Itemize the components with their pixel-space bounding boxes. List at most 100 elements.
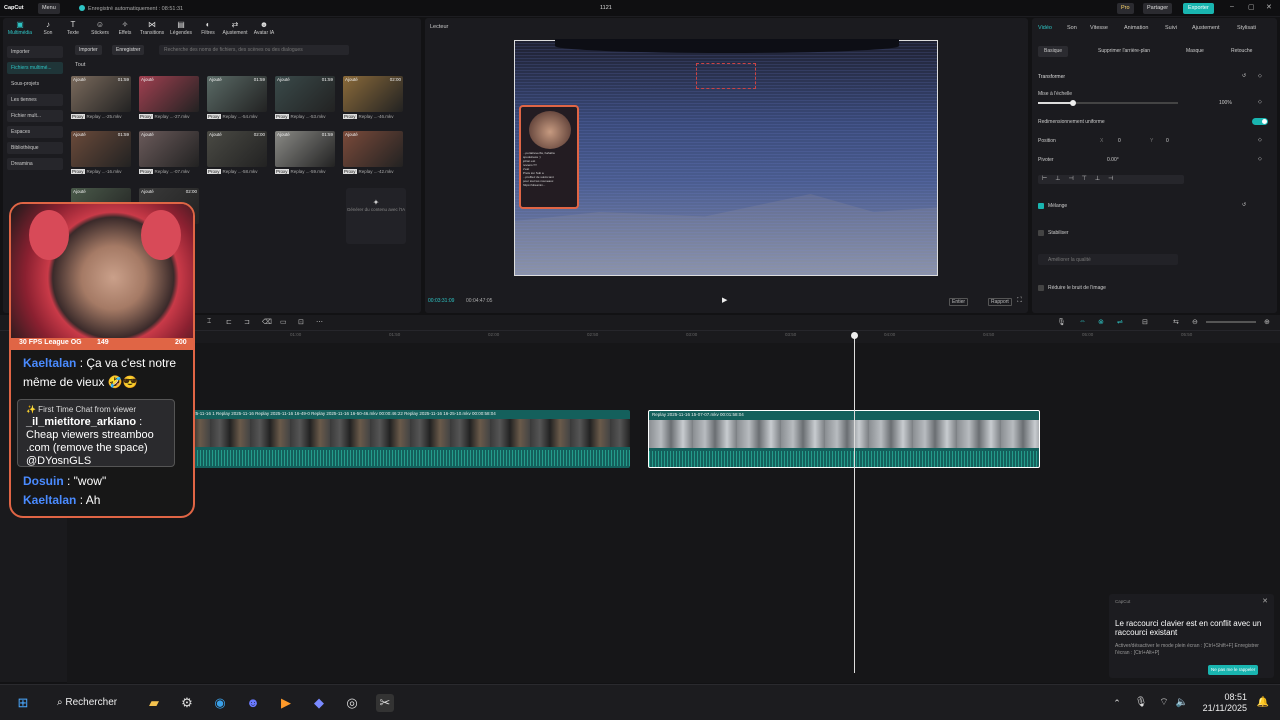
keyframe-icon[interactable]: ◇ [1258, 99, 1262, 105]
edge-icon[interactable]: ◉ [211, 694, 229, 712]
tab-adjustment[interactable]: Ajustement [1192, 25, 1220, 31]
nav-dreamina[interactable]: Dreamina [7, 158, 63, 170]
pos-y-input[interactable]: 0 [1166, 138, 1169, 144]
tool-adjust[interactable]: ⇄ Ajustement [222, 20, 248, 36]
zoom-slider[interactable] [1206, 321, 1256, 323]
record-button[interactable]: Enregistrer [112, 45, 145, 55]
mic-icon[interactable]: 🎙 [1057, 318, 1066, 326]
pos-x-input[interactable]: 0 [1118, 138, 1121, 144]
crop-icon[interactable]: ⊡ [298, 318, 304, 326]
tab-speed[interactable]: Vitesse [1090, 25, 1108, 31]
more-icon[interactable]: ⋯ [316, 318, 323, 326]
zoom-in-icon[interactable]: ⊕ [1264, 318, 1270, 326]
media-thumbnail[interactable]: Ajouté 02:00 Proxy Replay ...-58.mkv [207, 131, 267, 179]
media-thumbnail[interactable]: Ajouté 01:59 Proxy Replay ...-16.mkv [71, 131, 131, 179]
tab-video[interactable]: Vidéo [1038, 25, 1052, 31]
nav-import[interactable]: Importer [7, 46, 63, 58]
share-button[interactable]: Partager [1143, 3, 1173, 14]
rotate-input[interactable]: 0.00° [1107, 157, 1119, 163]
discord-icon[interactable]: ☻ [244, 694, 262, 712]
improve-quality[interactable]: Améliorer la qualité [1038, 254, 1178, 265]
tool-transitions[interactable]: ⋈ Transitions [139, 20, 165, 36]
keyframe-icon[interactable]: ◇ [1258, 137, 1262, 143]
app-icon[interactable]: ◆ [310, 694, 328, 712]
menu-button[interactable]: Menu [38, 3, 60, 14]
tool-filters[interactable]: ◐ Filtres [195, 20, 221, 36]
tool-effects[interactable]: ✧ Effets [112, 20, 138, 36]
maximize-icon[interactable]: ▢ [1248, 3, 1255, 11]
keyframe-icon[interactable]: ◇ [1258, 156, 1262, 162]
split-left-icon[interactable]: ⊏ [226, 318, 232, 326]
subtab-retouch[interactable]: Retouche [1225, 46, 1258, 57]
tab-tracking[interactable]: Suivi [1165, 25, 1177, 31]
dont-remind-button[interactable]: Ne pas me le rappeler [1208, 665, 1259, 675]
minimize-icon[interactable]: – [1230, 3, 1234, 10]
system-clock[interactable]: 08:51 21/11/2025 [1197, 692, 1247, 714]
media-thumbnail[interactable]: Ajouté 01:59 Proxy Replay ...-54.mkv [207, 76, 267, 124]
tool-stickers[interactable]: ☺ Stickers [87, 20, 113, 36]
media-thumbnail[interactable]: Ajouté 02:00 Proxy Replay ...-46.mkv [343, 76, 403, 124]
tool-media[interactable]: ▣ Multimédia [7, 20, 33, 36]
playhead[interactable] [851, 332, 858, 673]
mic-tray-icon[interactable]: 🎙 [1132, 694, 1150, 712]
preview-axis-icon[interactable]: ⊟ [1142, 318, 1148, 326]
wifi-icon[interactable]: ⌔ [1155, 694, 1173, 712]
media-thumbnail[interactable]: Ajouté 01:59 Proxy Replay ...-25.mkv [71, 76, 131, 124]
media-thumbnail[interactable]: Ajouté Proxy Replay ...-27.mkv [139, 76, 199, 124]
stabilize-checkbox[interactable] [1038, 230, 1044, 236]
align-toolbar[interactable]: ⊢⊥⊣⊤⊥⊣ [1038, 175, 1184, 184]
transform-header[interactable]: Transformer [1038, 74, 1065, 80]
uniform-toggle[interactable] [1252, 118, 1268, 125]
volume-icon[interactable]: 🔈 [1173, 694, 1191, 712]
link-icon[interactable]: ⇔ [1079, 318, 1086, 325]
obs-icon[interactable]: ◎ [343, 694, 361, 712]
snap-icon[interactable]: ⇌ [1117, 318, 1123, 326]
video-preview[interactable]: ...portalreverbs, hahaha spookiness :) joh… [514, 39, 938, 276]
fullscreen-icon[interactable]: ⛶ [1017, 297, 1022, 305]
reset-icon[interactable]: ↺ [1242, 202, 1246, 208]
ratio-button[interactable]: Rapport [988, 298, 1012, 306]
media-thumbnail[interactable]: Ajouté Proxy Replay ...-07.mkv [139, 131, 199, 179]
media-thumbnail[interactable]: Ajouté Proxy Replay ...-42.mkv [343, 131, 403, 179]
tool-audio[interactable]: ♪ Son [35, 20, 61, 36]
tool-captions[interactable]: ▤ Légendes [168, 20, 194, 36]
play-icon[interactable]: ▶ [722, 296, 727, 304]
settings-icon[interactable]: ⚙ [178, 694, 196, 712]
stabilize-label[interactable]: Stabiliser [1048, 230, 1069, 236]
nav-media-files[interactable]: Fichiers multimé... [7, 62, 63, 74]
capcut-icon[interactable]: ✂ [376, 694, 394, 712]
scale-knob[interactable] [1070, 100, 1076, 106]
nav-yours[interactable]: Les tiennes [7, 94, 63, 106]
video-clip[interactable]: Replay 2025-11-16 1 Replay 2025-11-16 Re… [170, 410, 630, 468]
blend-label[interactable]: Mélange [1048, 203, 1067, 209]
nav-library[interactable]: Bibliothèque [7, 142, 63, 154]
denoise-checkbox[interactable] [1038, 285, 1044, 291]
split-right-icon[interactable]: ⊐ [244, 318, 250, 326]
tab-styling[interactable]: Stylisati [1237, 25, 1256, 31]
taskbar-search[interactable]: ⌕ Rechercher [49, 692, 133, 714]
import-button[interactable]: Importer [75, 45, 102, 55]
windows-start-icon[interactable]: ⊞ [14, 694, 32, 712]
toast-close-icon[interactable]: ✕ [1262, 597, 1268, 605]
selected-video-clip[interactable]: Replay 2025-11-16 15-07-07.mkv 00:01:58:… [648, 410, 1040, 468]
generate-ai-card[interactable]: ✦ Générer du contenu avec l'IA [346, 188, 406, 244]
tab-all[interactable]: Tout [75, 62, 85, 68]
media-player-icon[interactable]: ▶ [277, 694, 295, 712]
notifications-icon[interactable]: 🔔 [1254, 694, 1272, 712]
media-thumbnail[interactable]: Ajouté 01:59 Proxy Replay ...-53.mkv [275, 76, 335, 124]
tab-audio[interactable]: Son [1067, 25, 1077, 31]
playhead-handle[interactable] [851, 332, 858, 339]
magnet-icon[interactable]: ⊗ [1098, 318, 1104, 326]
tool-avatar[interactable]: ☻ Avatar IA [251, 20, 277, 36]
scale-value[interactable]: 100% [1219, 100, 1232, 106]
fit-icon[interactable]: ⇆ [1173, 318, 1179, 326]
tab-animation[interactable]: Animation [1124, 25, 1148, 31]
blend-checkbox[interactable] [1038, 203, 1044, 209]
freeze-icon[interactable]: ▭ [280, 318, 287, 326]
tray-chevron-icon[interactable]: ⌃ [1108, 694, 1126, 712]
delete-icon[interactable]: ⌫ [262, 318, 272, 326]
nav-media-file[interactable]: Fichier mult... [7, 110, 63, 122]
full-button[interactable]: Entier [949, 298, 969, 306]
denoise-label[interactable]: Réduire le bruit de l'image [1048, 285, 1106, 291]
export-button[interactable]: Exporter [1183, 3, 1214, 14]
